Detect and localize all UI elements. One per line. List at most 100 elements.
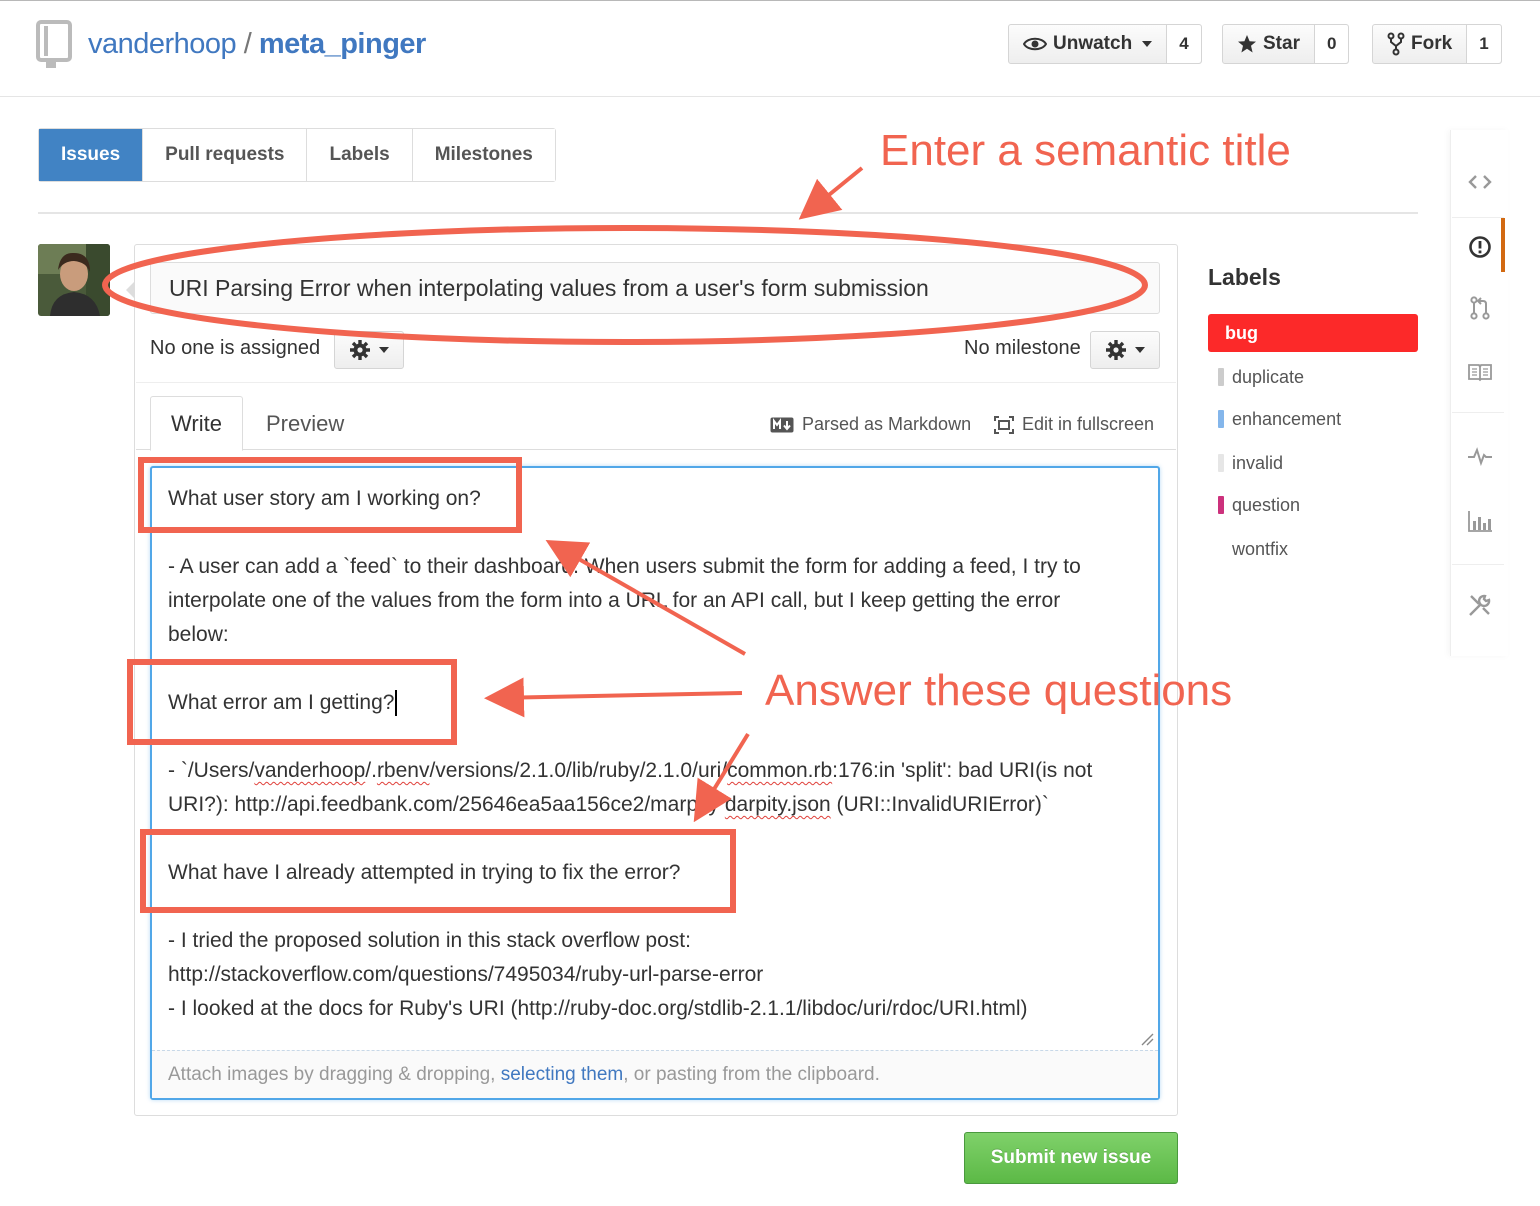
repo-name-link[interactable]: meta_pinger: [259, 28, 426, 60]
annotation-title-note: Enter a semantic title: [880, 126, 1291, 175]
body-question-2: What error am I getting?: [168, 686, 398, 720]
fork-button-group: Fork 1: [1372, 24, 1502, 64]
label-enhancement[interactable]: enhancement: [1208, 400, 1418, 438]
body-answer-3-line: - I looked at the docs for Ruby's URI (h…: [168, 997, 1028, 1020]
tab-pull-requests[interactable]: Pull requests: [143, 129, 308, 181]
tab-divider: [38, 212, 1418, 214]
fullscreen-icon: [994, 415, 1014, 434]
body-answer-1-line: below:: [168, 623, 229, 646]
text-cursor: [395, 690, 398, 717]
label-swatch: [1218, 454, 1224, 472]
fork-count[interactable]: 1: [1467, 25, 1501, 63]
text-segment: - `/Users/: [168, 759, 255, 782]
label-swatch: [1218, 368, 1224, 386]
tab-write[interactable]: Write: [150, 396, 243, 451]
code-icon[interactable]: [1462, 164, 1498, 200]
meta-divider: [136, 382, 1176, 383]
star-label: Star: [1263, 33, 1300, 54]
chevron-down-icon: [1142, 41, 1153, 47]
body-question-2-text: What error am I getting?: [168, 691, 395, 714]
assignee-status: No one is assigned: [150, 337, 321, 359]
fullscreen-link[interactable]: Edit in fullscreen: [994, 414, 1154, 435]
issues-tab-bar: Issues Pull requests Labels Milestones: [38, 128, 556, 182]
label-invalid[interactable]: invalid: [1208, 444, 1418, 482]
body-answer-1-line: - A user can add a `feed` to their dashb…: [168, 555, 1081, 578]
graphs-icon[interactable]: [1462, 503, 1498, 539]
text-segment: (URI::InvalidURIError)`: [830, 793, 1049, 816]
resize-handle-icon[interactable]: [1140, 1032, 1154, 1046]
repo-separator: /: [243, 28, 252, 60]
settings-icon[interactable]: [1462, 587, 1498, 623]
repo-owner-link[interactable]: vanderhoop: [88, 28, 237, 60]
labels-heading: Labels: [1208, 264, 1281, 290]
avatar[interactable]: [38, 244, 110, 316]
body-question-3: What have I already attempted in trying …: [168, 861, 681, 884]
body-answer-1-line: interpolate one of the values from the f…: [168, 589, 1061, 612]
tab-labels[interactable]: Labels: [307, 129, 413, 181]
header-divider: [0, 96, 1540, 97]
misspelled-word: darpity.json: [724, 793, 831, 816]
chevron-down-icon: [379, 347, 389, 353]
issues-icon[interactable]: [1462, 229, 1498, 265]
body-answer-3-line: http://stackoverflow.com/questions/74950…: [168, 963, 764, 986]
issue-title-input[interactable]: URI Parsing Error when interpolating val…: [150, 262, 1160, 314]
unwatch-button[interactable]: Unwatch: [1009, 25, 1168, 63]
star-button[interactable]: Star: [1223, 25, 1315, 63]
submit-new-issue-button[interactable]: Submit new issue: [964, 1132, 1178, 1184]
gear-icon: [1106, 340, 1126, 360]
pull-request-icon[interactable]: [1462, 290, 1498, 326]
repo-title: vanderhoop / meta_pinger: [88, 28, 426, 61]
fork-label: Fork: [1411, 33, 1453, 54]
markdown-help-link[interactable]: Parsed as Markdown: [770, 414, 971, 435]
label-bug[interactable]: bug: [1208, 314, 1418, 352]
misspelled-word: rbenv: [376, 759, 430, 782]
star-button-group: Star 0: [1222, 24, 1350, 64]
attach-text-after: , or pasting from the clipboard.: [623, 1063, 880, 1085]
pulse-icon[interactable]: [1462, 438, 1498, 474]
tab-milestones[interactable]: Milestones: [412, 129, 555, 181]
label-swatch: [1218, 496, 1224, 514]
watch-button-group: Unwatch 4: [1008, 24, 1202, 64]
body-question-1: What user story am I working on?: [168, 487, 481, 510]
tab-issues[interactable]: Issues: [39, 129, 144, 181]
arrow-to-title: [798, 166, 864, 220]
rail-divider: [1452, 564, 1504, 565]
watch-count[interactable]: 4: [1167, 25, 1201, 63]
label-name: duplicate: [1232, 366, 1305, 387]
misspelled-word: common.rb: [727, 759, 833, 782]
label-name: question: [1232, 494, 1301, 515]
label-duplicate[interactable]: duplicate: [1208, 358, 1418, 396]
label-question[interactable]: question: [1208, 486, 1418, 524]
annotation-questions-note: Answer these questions: [765, 666, 1233, 715]
label-name: invalid: [1232, 452, 1284, 473]
label-name: bug: [1225, 322, 1258, 343]
tab-preview[interactable]: Preview: [246, 396, 364, 451]
select-files-link[interactable]: selecting them: [501, 1064, 624, 1086]
misspelled-word: vanderhoop: [254, 759, 366, 782]
attach-text-before: Attach images by dragging & dropping,: [168, 1063, 501, 1085]
repo-icon: [36, 20, 74, 70]
label-wontfix[interactable]: wontfix: [1208, 530, 1418, 568]
attach-images-zone[interactable]: Attach images by dragging & dropping, se…: [152, 1050, 1158, 1098]
unwatch-label: Unwatch: [1053, 33, 1133, 54]
top-border: [0, 0, 1540, 1]
assignee-settings-button[interactable]: [334, 331, 404, 369]
repo-nav-rail: [1450, 130, 1508, 656]
gear-icon: [350, 340, 370, 360]
label-swatch: [1218, 410, 1224, 428]
text-segment: :176:in 'split': bad URI(is not: [832, 759, 1093, 782]
wiki-icon[interactable]: [1462, 354, 1498, 390]
body-answer-2-line: - `/Users/vanderhoop/.rbenv/versions/2.1…: [168, 754, 1092, 788]
markdown-label: Parsed as Markdown: [802, 414, 972, 434]
label-swatch: [1218, 540, 1224, 558]
fullscreen-label: Edit in fullscreen: [1022, 414, 1155, 434]
rail-active-indicator: [1501, 218, 1505, 272]
milestone-settings-button[interactable]: [1090, 331, 1160, 369]
label-name: wontfix: [1232, 538, 1289, 559]
milestone-status: No milestone: [964, 337, 1081, 359]
star-count[interactable]: 0: [1314, 25, 1349, 63]
fork-button[interactable]: Fork: [1373, 25, 1468, 63]
rail-divider: [1452, 412, 1504, 413]
fork-icon: [1387, 32, 1405, 56]
body-answer-2-line: URI?): http://api.feedbank.com/25646ea5a…: [168, 788, 1049, 822]
